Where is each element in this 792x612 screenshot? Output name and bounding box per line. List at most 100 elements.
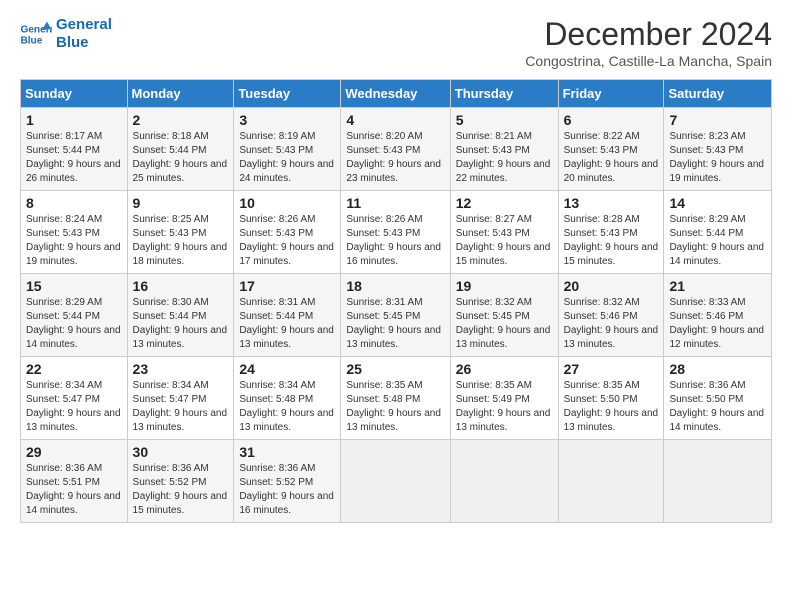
header-friday: Friday xyxy=(558,80,664,108)
day-info: Sunrise: 8:36 AMSunset: 5:50 PMDaylight:… xyxy=(669,379,766,435)
day-number: 19 xyxy=(456,278,553,294)
calendar-day: 30Sunrise: 8:36 AMSunset: 5:52 PMDayligh… xyxy=(127,440,234,523)
header-tuesday: Tuesday xyxy=(234,80,341,108)
calendar-day: 23 Sunrise: 8:34 AMSunset: 5:47 PMDayligh… xyxy=(127,357,234,440)
calendar-day xyxy=(450,440,558,523)
day-number: 4 xyxy=(346,112,444,128)
calendar-day: 16 Sunrise: 8:30 AMSunset: 5:44 PMDayligh… xyxy=(127,274,234,357)
calendar-day: 21 Sunrise: 8:33 AMSunset: 5:46 PMDayligh… xyxy=(664,274,772,357)
day-info: Sunrise: 8:26 AMSunset: 5:43 PMDaylight:… xyxy=(239,213,335,269)
day-info: Sunrise: 8:26 AMSunset: 5:43 PMDaylight:… xyxy=(346,213,444,269)
day-info: Sunrise: 8:18 AMSunset: 5:44 PMDaylight:… xyxy=(133,130,229,186)
logo-text: General xyxy=(56,16,112,33)
page-header: General Blue General Blue December 2024 … xyxy=(20,16,772,69)
calendar-day: 14 Sunrise: 8:29 AMSunset: 5:44 PMDayligh… xyxy=(664,191,772,274)
day-info: Sunrise: 8:24 AMSunset: 5:43 PMDaylight:… xyxy=(26,213,122,269)
calendar-day: 22Sunrise: 8:34 AMSunset: 5:47 PMDayligh… xyxy=(21,357,128,440)
day-number: 8 xyxy=(26,195,122,211)
day-info: Sunrise: 8:29 AMSunset: 5:44 PMDaylight:… xyxy=(669,213,766,269)
calendar-header-row: SundayMondayTuesdayWednesdayThursdayFrid… xyxy=(21,80,772,108)
day-info: Sunrise: 8:22 AMSunset: 5:43 PMDaylight:… xyxy=(564,130,659,186)
location-subtitle: Congostrina, Castille-La Mancha, Spain xyxy=(525,53,772,69)
day-info: Sunrise: 8:25 AMSunset: 5:43 PMDaylight:… xyxy=(133,213,229,269)
calendar-day: 29 Sunrise: 8:36 AMSunset: 5:51 PMDayligh… xyxy=(21,440,128,523)
calendar-day: 7Sunrise: 8:23 AMSunset: 5:43 PMDaylight… xyxy=(664,108,772,191)
month-title: December 2024 xyxy=(525,16,772,53)
calendar-day: 19Sunrise: 8:32 AMSunset: 5:45 PMDayligh… xyxy=(450,274,558,357)
day-number: 31 xyxy=(239,444,335,460)
day-info: Sunrise: 8:31 AMSunset: 5:45 PMDaylight:… xyxy=(346,296,444,352)
day-number: 13 xyxy=(564,195,659,211)
day-info: Sunrise: 8:35 AMSunset: 5:50 PMDaylight:… xyxy=(564,379,659,435)
day-info: Sunrise: 8:28 AMSunset: 5:43 PMDaylight:… xyxy=(564,213,659,269)
calendar-day xyxy=(664,440,772,523)
calendar-body: 1Sunrise: 8:17 AMSunset: 5:44 PMDaylight… xyxy=(21,108,772,523)
calendar-day: 8 Sunrise: 8:24 AMSunset: 5:43 PMDaylight… xyxy=(21,191,128,274)
calendar-day: 10 Sunrise: 8:26 AMSunset: 5:43 PMDayligh… xyxy=(234,191,341,274)
calendar-day: 17 Sunrise: 8:31 AMSunset: 5:44 PMDayligh… xyxy=(234,274,341,357)
logo-subtext: Blue xyxy=(56,34,89,51)
day-number: 6 xyxy=(564,112,659,128)
day-info: Sunrise: 8:29 AMSunset: 5:44 PMDaylight:… xyxy=(26,296,122,352)
calendar-day: 20Sunrise: 8:32 AMSunset: 5:46 PMDayligh… xyxy=(558,274,664,357)
day-info: Sunrise: 8:27 AMSunset: 5:43 PMDaylight:… xyxy=(456,213,553,269)
day-number: 12 xyxy=(456,195,553,211)
calendar-day: 5 Sunrise: 8:21 AMSunset: 5:43 PMDaylight… xyxy=(450,108,558,191)
day-number: 18 xyxy=(346,278,444,294)
header-saturday: Saturday xyxy=(664,80,772,108)
calendar-day: 4 Sunrise: 8:20 AMSunset: 5:43 PMDaylight… xyxy=(341,108,450,191)
day-number: 27 xyxy=(564,361,659,377)
calendar-week-3: 15 Sunrise: 8:29 AMSunset: 5:44 PMDayligh… xyxy=(21,274,772,357)
day-info: Sunrise: 8:31 AMSunset: 5:44 PMDaylight:… xyxy=(239,296,335,352)
calendar-day: 24 Sunrise: 8:34 AMSunset: 5:48 PMDayligh… xyxy=(234,357,341,440)
calendar-day: 31 Sunrise: 8:36 AMSunset: 5:52 PMDayligh… xyxy=(234,440,341,523)
day-info: Sunrise: 8:34 AMSunset: 5:47 PMDaylight:… xyxy=(133,379,229,435)
day-number: 14 xyxy=(669,195,766,211)
day-number: 3 xyxy=(239,112,335,128)
calendar-day: 13 Sunrise: 8:28 AMSunset: 5:43 PMDayligh… xyxy=(558,191,664,274)
calendar-day: 18 Sunrise: 8:31 AMSunset: 5:45 PMDayligh… xyxy=(341,274,450,357)
day-number: 25 xyxy=(346,361,444,377)
day-number: 11 xyxy=(346,195,444,211)
logo: General Blue General Blue xyxy=(20,16,112,52)
calendar-day: 11 Sunrise: 8:26 AMSunset: 5:43 PMDayligh… xyxy=(341,191,450,274)
day-number: 30 xyxy=(133,444,229,460)
day-info: Sunrise: 8:21 AMSunset: 5:43 PMDaylight:… xyxy=(456,130,553,186)
day-info: Sunrise: 8:19 AMSunset: 5:43 PMDaylight:… xyxy=(239,130,335,186)
day-info: Sunrise: 8:36 AMSunset: 5:51 PMDaylight:… xyxy=(26,462,122,518)
calendar-week-1: 1Sunrise: 8:17 AMSunset: 5:44 PMDaylight… xyxy=(21,108,772,191)
calendar-table: SundayMondayTuesdayWednesdayThursdayFrid… xyxy=(20,79,772,523)
day-number: 20 xyxy=(564,278,659,294)
day-info: Sunrise: 8:20 AMSunset: 5:43 PMDaylight:… xyxy=(346,130,444,186)
day-number: 17 xyxy=(239,278,335,294)
calendar-day: 27 Sunrise: 8:35 AMSunset: 5:50 PMDayligh… xyxy=(558,357,664,440)
calendar-day: 2Sunrise: 8:18 AMSunset: 5:44 PMDaylight… xyxy=(127,108,234,191)
calendar-day: 6 Sunrise: 8:22 AMSunset: 5:43 PMDaylight… xyxy=(558,108,664,191)
day-number: 16 xyxy=(133,278,229,294)
day-info: Sunrise: 8:23 AMSunset: 5:43 PMDaylight:… xyxy=(669,130,766,186)
day-number: 9 xyxy=(133,195,229,211)
day-number: 29 xyxy=(26,444,122,460)
day-number: 15 xyxy=(26,278,122,294)
day-info: Sunrise: 8:34 AMSunset: 5:48 PMDaylight:… xyxy=(239,379,335,435)
calendar-day: 15 Sunrise: 8:29 AMSunset: 5:44 PMDayligh… xyxy=(21,274,128,357)
day-number: 23 xyxy=(133,361,229,377)
calendar-week-2: 8 Sunrise: 8:24 AMSunset: 5:43 PMDaylight… xyxy=(21,191,772,274)
calendar-day xyxy=(341,440,450,523)
calendar-day: 3 Sunrise: 8:19 AMSunset: 5:43 PMDaylight… xyxy=(234,108,341,191)
day-info: Sunrise: 8:34 AMSunset: 5:47 PMDaylight:… xyxy=(26,379,122,435)
calendar-day: 12 Sunrise: 8:27 AMSunset: 5:43 PMDayligh… xyxy=(450,191,558,274)
day-number: 5 xyxy=(456,112,553,128)
day-info: Sunrise: 8:30 AMSunset: 5:44 PMDaylight:… xyxy=(133,296,229,352)
day-info: Sunrise: 8:17 AMSunset: 5:44 PMDaylight:… xyxy=(26,130,122,186)
calendar-week-5: 29 Sunrise: 8:36 AMSunset: 5:51 PMDayligh… xyxy=(21,440,772,523)
svg-text:Blue: Blue xyxy=(20,35,42,46)
title-block: December 2024 Congostrina, Castille-La M… xyxy=(525,16,772,69)
day-number: 21 xyxy=(669,278,766,294)
day-info: Sunrise: 8:33 AMSunset: 5:46 PMDaylight:… xyxy=(669,296,766,352)
calendar-day: 28Sunrise: 8:36 AMSunset: 5:50 PMDayligh… xyxy=(664,357,772,440)
day-info: Sunrise: 8:36 AMSunset: 5:52 PMDaylight:… xyxy=(239,462,335,518)
day-number: 24 xyxy=(239,361,335,377)
day-number: 10 xyxy=(239,195,335,211)
day-number: 26 xyxy=(456,361,553,377)
